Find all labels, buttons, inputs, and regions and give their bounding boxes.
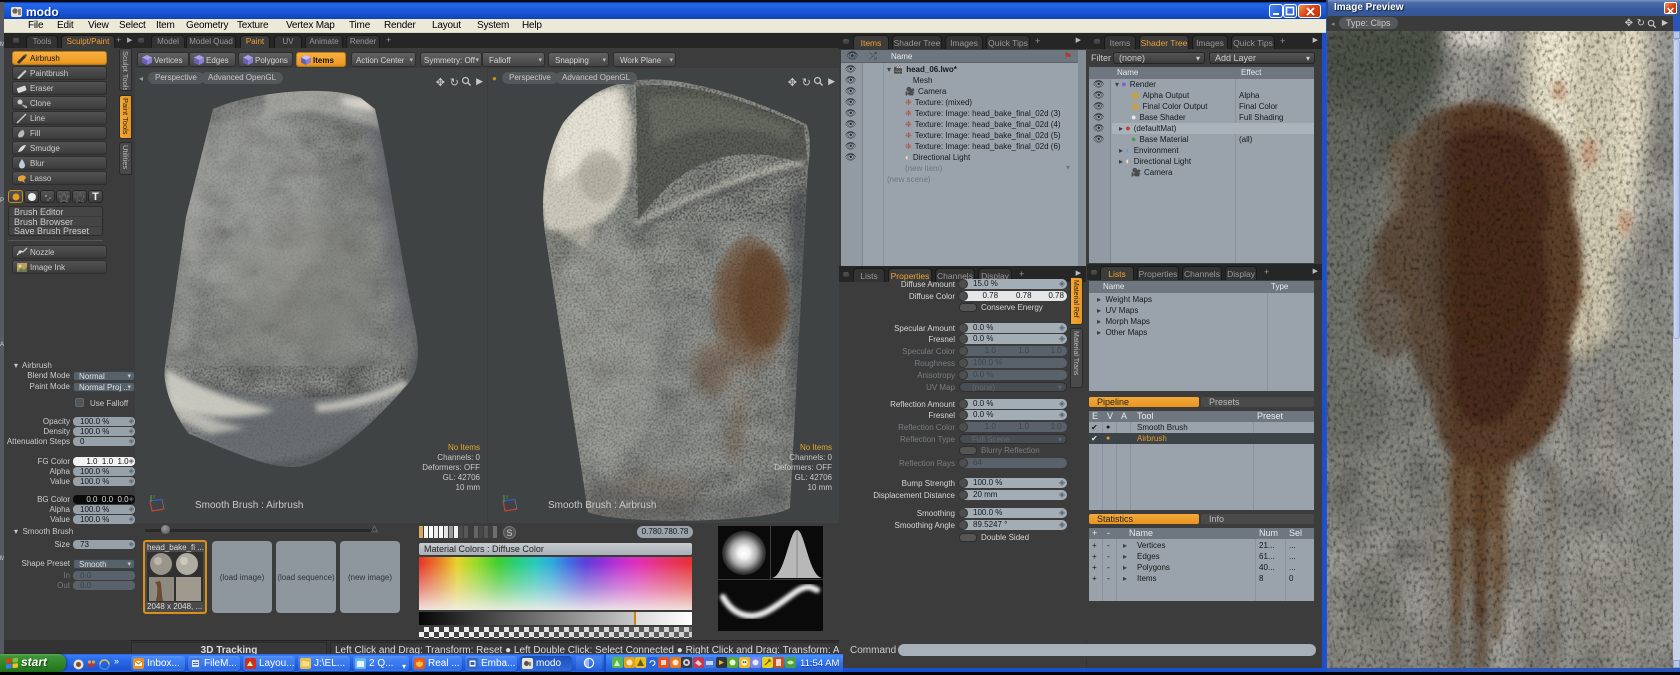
svg-text:y: y — [506, 494, 509, 500]
svg-text:y: y — [153, 494, 156, 500]
